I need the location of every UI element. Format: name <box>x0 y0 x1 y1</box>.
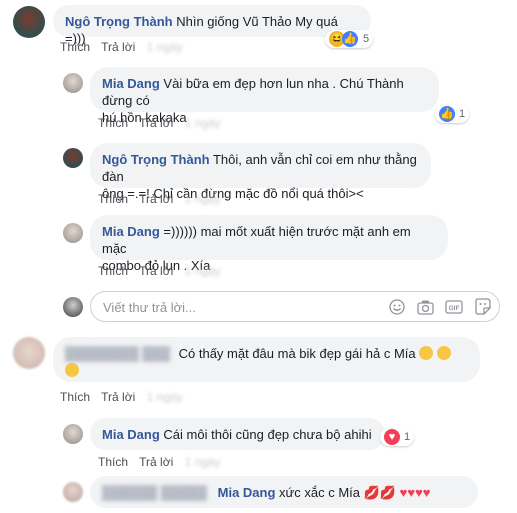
comment-bubble: ████████ ███ Có thấy mặt đâu mà bik đẹp … <box>53 337 480 382</box>
comment-actions: Thích Trả lời 1 ngày <box>98 192 229 206</box>
reaction-count: 1 <box>404 431 411 443</box>
comment-author[interactable]: Ngô Trọng Thành <box>102 152 210 167</box>
like-link[interactable]: Thích <box>98 116 128 130</box>
reaction-summary[interactable]: 😆 👍 5 <box>325 30 374 48</box>
comment-author[interactable]: Ngô Trọng Thành <box>65 14 173 29</box>
reply-link[interactable]: Trả lời <box>101 40 135 54</box>
current-user-avatar <box>63 297 83 317</box>
comment-text: Cái môi thôi cũng đẹp chưa bộ ahihi <box>163 427 372 442</box>
comment-bubble: Mia Dang Cái môi thôi cũng đẹp chưa bộ a… <box>90 418 385 450</box>
like-link[interactable]: Thích <box>60 40 90 54</box>
like-link[interactable]: Thích <box>98 455 128 469</box>
reply-input-box[interactable]: Viết thư trả lời... GIF <box>90 291 500 322</box>
comment-author[interactable]: Mia Dang <box>102 76 160 91</box>
reply-link[interactable]: Trả lời <box>139 455 173 469</box>
timestamp[interactable]: 1 ngày <box>185 264 221 278</box>
kiss-emoji: 💋 <box>363 485 380 500</box>
svg-text:GIF: GIF <box>449 305 460 312</box>
reply-link[interactable]: Trả lời <box>101 390 135 404</box>
reaction-count: 1 <box>459 108 466 120</box>
emoji-haha <box>419 346 434 360</box>
comment-bubble: Ngô Trọng Thành Thôi, anh vẫn chỉ coi em… <box>90 143 431 201</box>
reply-link[interactable]: Trả lời <box>139 116 173 130</box>
reaction-summary[interactable]: 👍 1 <box>435 105 470 123</box>
comment-text: Có thấy mặt đâu mà bik đẹp gái hả c Mía <box>178 346 416 361</box>
avatar[interactable] <box>63 482 83 502</box>
emoji-icon[interactable] <box>389 299 405 315</box>
love-icon: ♥ <box>384 429 400 445</box>
comment-author[interactable]: Mia Dang <box>102 427 160 442</box>
timestamp[interactable]: 1 ngày <box>185 192 221 206</box>
like-icon: 👍 <box>439 106 455 122</box>
like-link[interactable]: Thích <box>60 390 90 404</box>
comment-bubble: Mia Dang Vài bữa em đẹp hơn lun nha . Ch… <box>90 67 439 125</box>
comment-actions: Thích Trả lời 1 ngày <box>60 40 191 54</box>
comment-actions: Thích Trả lời 1 ngày <box>98 455 229 469</box>
camera-icon[interactable] <box>417 299 434 315</box>
timestamp[interactable]: 1 ngày <box>185 116 221 130</box>
emoji-haha <box>436 346 451 360</box>
heart-emoji: ♥ <box>415 485 423 500</box>
reply-link[interactable]: Trả lời <box>139 264 173 278</box>
avatar[interactable] <box>63 73 83 93</box>
reaction-summary[interactable]: ♥ 1 <box>380 428 415 446</box>
like-icon: 👍 <box>342 31 358 47</box>
like-link[interactable]: Thích <box>98 192 128 206</box>
tagged-user[interactable]: ██████ █████ <box>102 484 214 501</box>
comment-actions: Thích Trả lời 1 ngày <box>98 116 229 130</box>
reaction-count: 5 <box>363 33 370 45</box>
comment-actions: Thích Trả lời 1 ngày <box>98 264 229 278</box>
comment-author[interactable]: Mia Dang <box>102 224 160 239</box>
avatar[interactable] <box>63 424 83 444</box>
gif-icon[interactable]: GIF <box>445 299 463 315</box>
emoji-haha <box>65 363 79 377</box>
comment-bubble: ██████ █████ Mia Dang xức xắc c Mía 💋💋 ♥… <box>90 476 478 508</box>
comment-text: xức xắc c Mía <box>279 485 360 500</box>
heart-emoji: ♥ <box>407 485 416 500</box>
avatar[interactable] <box>63 223 83 243</box>
comment-actions: Thích Trả lời 1 ngày <box>60 390 191 404</box>
mentioned-user[interactable]: Mia Dang <box>218 485 276 500</box>
comment-author[interactable]: ████████ ███ <box>65 345 175 362</box>
timestamp[interactable]: 1 ngày <box>185 455 221 469</box>
heart-emoji: ♥ <box>422 485 431 500</box>
reply-input[interactable]: Viết thư trả lời... <box>103 300 196 315</box>
sticker-icon[interactable] <box>474 298 491 315</box>
timestamp[interactable]: 1 ngày <box>147 390 183 404</box>
kiss-emoji: 💋 <box>379 485 396 500</box>
comment-bubble: Mia Dang =)))))) mai mốt xuất hiện trước… <box>90 215 448 273</box>
timestamp[interactable]: 1 ngày <box>147 40 183 54</box>
like-link[interactable]: Thích <box>98 264 128 278</box>
reply-link[interactable]: Trả lời <box>139 192 173 206</box>
comment-bubble: Ngô Trọng Thành Nhìn giống Vũ Thảo My qu… <box>53 5 371 46</box>
avatar[interactable] <box>13 6 45 38</box>
avatar[interactable] <box>63 148 83 168</box>
avatar[interactable] <box>13 337 45 369</box>
